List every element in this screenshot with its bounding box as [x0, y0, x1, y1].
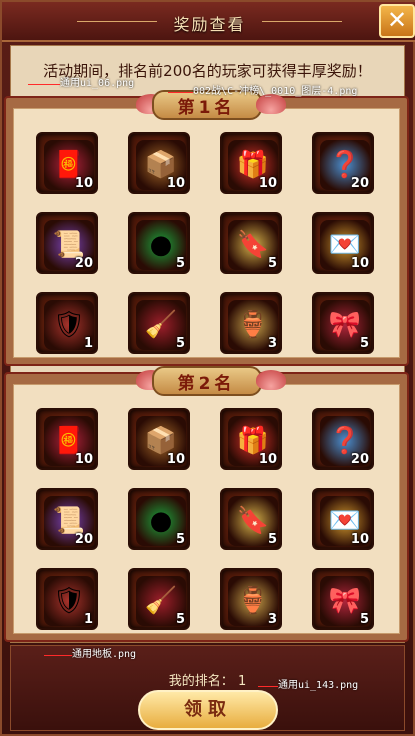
reward-slot[interactable]: 📦 10	[128, 408, 190, 470]
annotation-note-1: 通用ui_06.png	[28, 74, 135, 89]
annotation-text: 通用ui_143.png	[278, 680, 359, 691]
annotation-text: 通用ui_06.png	[60, 78, 135, 89]
reward-slot[interactable]: ❓ 20	[312, 132, 374, 194]
reward-slot[interactable]: 🔖 5	[220, 212, 282, 274]
item-count: 20	[350, 452, 369, 467]
item-count: 5	[175, 336, 185, 351]
reward-slot[interactable]: 🔖 5	[220, 488, 282, 550]
reward-slot[interactable]: 🏺 3	[220, 568, 282, 630]
annotation-note-4: 通用ui_143.png	[258, 676, 359, 691]
item-count: 5	[175, 532, 185, 547]
reward-slot[interactable]: 🧧 10	[36, 408, 98, 470]
annotation-text: 通用地板.png	[72, 649, 137, 660]
reward-slot[interactable]: 🎁 10	[220, 408, 282, 470]
rank-section-2: 第2名 🧧 10 📦 10 🎁 10 ❓ 20 📜 20 ● 5 🔖 5 💌 10 🛡 1 🧹 5 🏺 3 🎀 5	[4, 366, 409, 642]
reward-slot[interactable]: 🧹 5	[128, 568, 190, 630]
item-count: 5	[267, 256, 277, 271]
item-count: 5	[359, 336, 369, 351]
item-count: 10	[166, 176, 185, 191]
item-count: 10	[350, 256, 369, 271]
item-count: 1	[83, 336, 93, 351]
close-icon: ✕	[386, 6, 408, 34]
reward-slot[interactable]: 🛡 1	[36, 292, 98, 354]
rank-section-1: 第1名 🧧 10 📦 10 🎁 10 ❓ 20 📜 20 ● 5 🔖 5 💌 10 🛡 1 🧹 5 🏺 3 🎀 5	[4, 90, 409, 366]
item-count: 20	[350, 176, 369, 191]
item-count: 1	[83, 612, 93, 627]
window-title: 奖励查看	[173, 15, 246, 34]
reward-slot[interactable]: 💌 10	[312, 212, 374, 274]
reward-slot[interactable]: 📦 10	[128, 132, 190, 194]
item-count: 20	[74, 532, 93, 547]
reward-slot[interactable]: 🛡 1	[36, 568, 98, 630]
my-rank-value: 1	[237, 674, 247, 689]
lotus-icon	[256, 94, 286, 114]
reward-slot[interactable]: 🧹 5	[128, 292, 190, 354]
lotus-icon	[256, 370, 286, 390]
item-count: 3	[267, 612, 277, 627]
reward-slot[interactable]: 📜 20	[36, 488, 98, 550]
reward-slot[interactable]: 💌 10	[312, 488, 374, 550]
item-count: 10	[258, 176, 277, 191]
item-count: 10	[74, 176, 93, 191]
reward-slot[interactable]: 📜 20	[36, 212, 98, 274]
item-count: 10	[350, 532, 369, 547]
item-count: 5	[359, 612, 369, 627]
title-bar: 奖励查看 ✕	[2, 2, 415, 42]
item-count: 3	[267, 336, 277, 351]
item-count: 10	[166, 452, 185, 467]
reward-slot[interactable]: ❓ 20	[312, 408, 374, 470]
reward-slot[interactable]: 🏺 3	[220, 292, 282, 354]
annotation-line	[44, 655, 72, 656]
item-count: 5	[175, 256, 185, 271]
reward-slot[interactable]: ● 5	[128, 212, 190, 274]
annotation-note-2: 002战\C-冲榜\_0010_图层-4.png	[168, 82, 358, 97]
title-ornament-right	[262, 21, 342, 22]
item-count: 5	[267, 532, 277, 547]
item-count: 5	[175, 612, 185, 627]
reward-slot[interactable]: ● 5	[128, 488, 190, 550]
reward-slot[interactable]: 🧧 10	[36, 132, 98, 194]
reward-slot[interactable]: 🎀 5	[312, 292, 374, 354]
annotation-line	[168, 92, 193, 93]
annotation-note-3: 通用地板.png	[44, 645, 137, 660]
annotation-line	[258, 686, 278, 687]
item-count: 10	[74, 452, 93, 467]
annotation-line	[28, 84, 60, 85]
reward-slot[interactable]: 🎀 5	[312, 568, 374, 630]
my-rank-label: 我的排名：	[168, 674, 234, 689]
claim-button[interactable]: 领取	[138, 690, 278, 730]
item-count: 10	[258, 452, 277, 467]
reward-slot[interactable]: 🎁 10	[220, 132, 282, 194]
rank-banner-2: 第2名	[151, 366, 262, 396]
close-button[interactable]: ✕	[379, 4, 415, 38]
annotation-text: 002战\C-冲榜\_0010_图层-4.png	[193, 86, 358, 97]
item-count: 20	[74, 256, 93, 271]
